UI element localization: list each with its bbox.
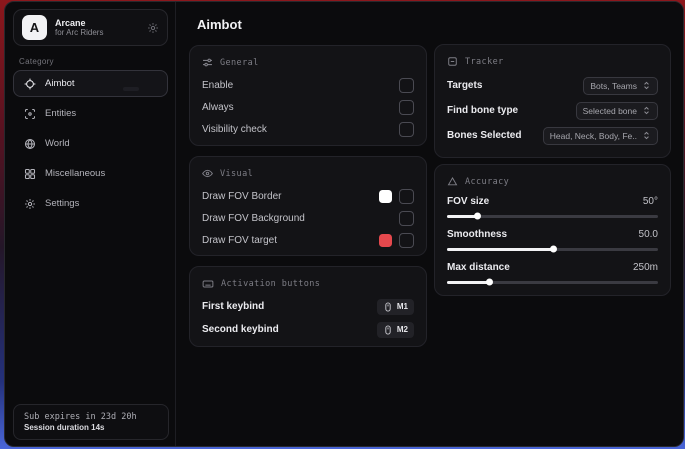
sidebar-item-settings[interactable]: Settings [13, 190, 168, 217]
slider-thumb[interactable] [474, 213, 481, 220]
desktop-background: A Arcane for Arc Riders Category [0, 0, 685, 449]
globe-icon [24, 138, 36, 150]
app-subtitle: for Arc Riders [55, 28, 139, 37]
enable-checkbox[interactable] [399, 78, 414, 93]
draw-fov-background-checkbox[interactable] [399, 211, 414, 226]
setting-row-draw-fov-border: Draw FOV Border [202, 185, 414, 207]
draw-fov-border-checkbox[interactable] [399, 189, 414, 204]
keyboard-icon [202, 278, 214, 290]
subscription-status-card: Sub expires in 23d 20h Session duration … [13, 404, 169, 440]
sidebar-item-label: Miscellaneous [45, 168, 105, 179]
eye-icon [202, 168, 213, 179]
chevrons-up-down-icon [642, 106, 651, 115]
find-bone-type-select[interactable]: Selected bone [576, 102, 658, 120]
max-distance-value: 250m [633, 262, 658, 273]
accuracy-section: Accuracy FOV size 50° [434, 164, 671, 296]
targets-select[interactable]: Bots, Teams [583, 77, 658, 95]
mouse-icon [383, 325, 393, 335]
bones-selected-select[interactable]: Head, Neck, Body, Fe.. [543, 127, 658, 145]
setting-row-visibility-check: Visibility check [202, 118, 414, 140]
max-distance-slider[interactable] [447, 276, 658, 288]
gear-icon [24, 198, 36, 210]
sidebar-item-label: Settings [45, 198, 79, 209]
smoothness-slider[interactable] [447, 243, 658, 255]
sidebar-nav: Aimbot Entities [13, 70, 168, 217]
sidebar-item-world[interactable]: World [13, 130, 168, 157]
sidebar: A Arcane for Arc Riders Category [5, 2, 176, 446]
sidebar-item-entities[interactable]: Entities [13, 100, 168, 127]
grid-icon [24, 168, 36, 180]
fov-target-color-swatch[interactable] [379, 234, 392, 247]
sidebar-item-label: Entities [45, 108, 76, 119]
setting-row-second-keybind: Second keybind M2 [202, 318, 414, 341]
slider-thumb[interactable] [550, 246, 557, 253]
first-keybind-button[interactable]: M1 [377, 299, 414, 315]
setting-row-smoothness: Smoothness 50.0 [447, 226, 658, 255]
activation-buttons-section: Activation buttons First keybind M1 S [189, 266, 427, 347]
visual-section: Visual Draw FOV Border Draw FOV Backgrou… [189, 156, 427, 256]
gear-icon[interactable] [147, 22, 159, 34]
tracker-section: Tracker Targets Bots, Teams Find bone [434, 44, 671, 158]
sidebar-item-label: World [45, 138, 70, 149]
brand-card: A Arcane for Arc Riders [13, 9, 168, 46]
slider-thumb[interactable] [486, 279, 493, 286]
setting-row-targets: Targets Bots, Teams [447, 73, 658, 98]
fov-size-value: 50° [643, 196, 658, 207]
section-title: Visual [220, 169, 253, 179]
page-title: Aimbot [197, 17, 242, 32]
setting-row-bones-selected: Bones Selected Head, Neck, Body, Fe.. [447, 123, 658, 148]
mouse-icon [383, 302, 393, 312]
category-label: Category [19, 57, 54, 66]
setting-row-first-keybind: First keybind M1 [202, 295, 414, 318]
app-name: Arcane [55, 18, 139, 28]
setting-row-draw-fov-background: Draw FOV Background [202, 207, 414, 229]
sub-expiry-text: Sub expires in 23d 20h [24, 412, 158, 422]
section-title: Activation buttons [221, 279, 320, 289]
chevrons-up-down-icon [642, 131, 651, 140]
crosshair-icon [24, 78, 36, 90]
section-title: Tracker [465, 57, 504, 67]
main-content: Aimbot General Enable Always [177, 2, 683, 446]
visibility-check-checkbox[interactable] [399, 122, 414, 137]
fov-border-color-swatch[interactable] [379, 190, 392, 203]
second-keybind-button[interactable]: M2 [377, 322, 414, 338]
sidebar-item-aimbot[interactable]: Aimbot [13, 70, 168, 97]
scan-icon [24, 108, 36, 120]
always-checkbox[interactable] [399, 100, 414, 115]
triangle-icon [447, 176, 458, 187]
section-title: Accuracy [465, 177, 509, 187]
fov-size-slider[interactable] [447, 210, 658, 222]
sliders-icon [202, 57, 213, 68]
setting-row-draw-fov-target: Draw FOV target [202, 229, 414, 251]
app-logo: A [22, 15, 47, 40]
smoothness-value: 50.0 [639, 229, 658, 240]
sidebar-item-miscellaneous[interactable]: Miscellaneous [13, 160, 168, 187]
square-minus-icon [447, 56, 458, 67]
section-title: General [220, 58, 259, 68]
setting-row-enable: Enable [202, 74, 414, 96]
setting-row-fov-size: FOV size 50° [447, 193, 658, 222]
app-window: A Arcane for Arc Riders Category [4, 1, 684, 447]
setting-row-find-bone-type: Find bone type Selected bone [447, 98, 658, 123]
session-duration-text: Session duration 14s [24, 423, 158, 432]
chevrons-up-down-icon [642, 81, 651, 90]
setting-row-always: Always [202, 96, 414, 118]
draw-fov-target-checkbox[interactable] [399, 233, 414, 248]
sidebar-item-label: Aimbot [45, 78, 75, 89]
setting-row-max-distance: Max distance 250m [447, 259, 658, 288]
nav-dash-decoration [123, 87, 139, 91]
general-section: General Enable Always Visibility check [189, 45, 427, 146]
